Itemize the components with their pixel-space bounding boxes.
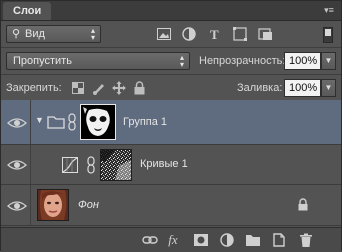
layer-name[interactable]: Кривые 1 xyxy=(140,158,188,170)
opacity-input[interactable]: 100% xyxy=(284,52,321,70)
background-thumbnail[interactable] xyxy=(37,189,69,221)
adjustment-filter-icon[interactable] xyxy=(182,27,196,41)
fill-input[interactable]: 100% xyxy=(284,79,321,97)
layers-panel: Слои ▾≡ ⚲ Вид ▴ ▾ T Пропустить ▴ ▾ Непрозр… xyxy=(0,0,342,252)
chevron-updown-icon: ▴ ▾ xyxy=(90,26,95,42)
chevron-updown-icon: ▴ ▾ xyxy=(179,53,184,69)
layer-name[interactable]: Фон xyxy=(78,199,99,211)
blend-row: Пропустить ▴ ▾ Непрозрачность: 100% ▼ xyxy=(1,48,341,74)
blend-mode-value: Пропустить xyxy=(13,55,72,67)
new-layer-icon[interactable] xyxy=(271,232,287,248)
curves-mask-thumbnail[interactable] xyxy=(100,149,132,181)
svg-text:T: T xyxy=(210,27,219,41)
fill-label: Заливка: xyxy=(237,82,283,94)
opacity-dropdown-button[interactable]: ▼ xyxy=(321,52,336,70)
lock-all-icon[interactable] xyxy=(134,81,145,95)
noise-mask-shape xyxy=(101,150,131,180)
mask-shape xyxy=(81,105,115,139)
layer-name[interactable]: Группа 1 xyxy=(123,116,167,128)
mask-link-icon[interactable] xyxy=(87,156,95,174)
link-layers-icon[interactable] xyxy=(142,232,158,248)
lock-label: Закрепить: xyxy=(6,82,62,94)
portrait-image xyxy=(38,190,68,220)
search-icon: ⚲ xyxy=(12,28,21,40)
panel-tab-bar: Слои ▾≡ xyxy=(1,1,341,21)
smart-object-filter-icon[interactable] xyxy=(258,27,274,41)
tab-layers[interactable]: Слои xyxy=(3,2,52,20)
visibility-eye-icon[interactable] xyxy=(7,158,27,172)
type-filter-icon[interactable]: T xyxy=(208,27,222,41)
adjustment-layer-icon[interactable] xyxy=(219,232,235,248)
fill-dropdown-button[interactable]: ▼ xyxy=(321,79,336,97)
panel-menu-icon[interactable]: ▾≡ xyxy=(323,4,335,16)
group-mask-thumbnail[interactable] xyxy=(80,104,116,140)
panel-footer: fx xyxy=(1,227,341,252)
shape-filter-icon[interactable] xyxy=(233,27,247,41)
layer-row-curves[interactable]: Кривые 1 xyxy=(1,145,341,185)
curves-adjustment-icon xyxy=(62,157,78,173)
layers-list: ▼ Группа 1 Кривые 1 Фон xyxy=(1,100,341,226)
layer-row-group[interactable]: ▼ Группа 1 xyxy=(1,100,341,145)
lock-pixels-icon[interactable] xyxy=(92,81,106,95)
lock-row: Закрепить: Заливка: 100% ▼ xyxy=(1,75,341,100)
visibility-eye-icon[interactable] xyxy=(7,116,27,130)
image-filter-icon[interactable] xyxy=(157,28,171,40)
new-group-icon[interactable] xyxy=(245,232,261,248)
fx-icon[interactable]: fx xyxy=(165,232,181,248)
opacity-label: Непрозрачность: xyxy=(199,55,286,67)
layer-lock-icon xyxy=(298,198,308,211)
filter-kind-label: Вид xyxy=(25,28,45,40)
mask-link-icon[interactable] xyxy=(68,113,76,131)
chevron-down-icon: ▼ xyxy=(324,83,333,92)
blend-mode-select[interactable]: Пропустить ▴ ▾ xyxy=(6,52,190,70)
expand-triangle-icon[interactable]: ▼ xyxy=(35,115,44,125)
delete-layer-icon[interactable] xyxy=(298,232,314,248)
folder-icon xyxy=(47,116,65,129)
chevron-down-icon: ▼ xyxy=(324,56,333,65)
lock-position-icon[interactable] xyxy=(112,81,126,95)
lock-transparency-icon[interactable] xyxy=(72,82,84,94)
visibility-eye-icon[interactable] xyxy=(7,199,27,213)
filter-kind-select[interactable]: ⚲ Вид ▴ ▾ xyxy=(6,25,101,43)
add-mask-icon[interactable] xyxy=(193,232,209,248)
filter-toggle[interactable] xyxy=(323,27,333,43)
filter-row: ⚲ Вид ▴ ▾ T xyxy=(1,21,341,47)
layer-row-background[interactable]: Фон xyxy=(1,185,341,226)
